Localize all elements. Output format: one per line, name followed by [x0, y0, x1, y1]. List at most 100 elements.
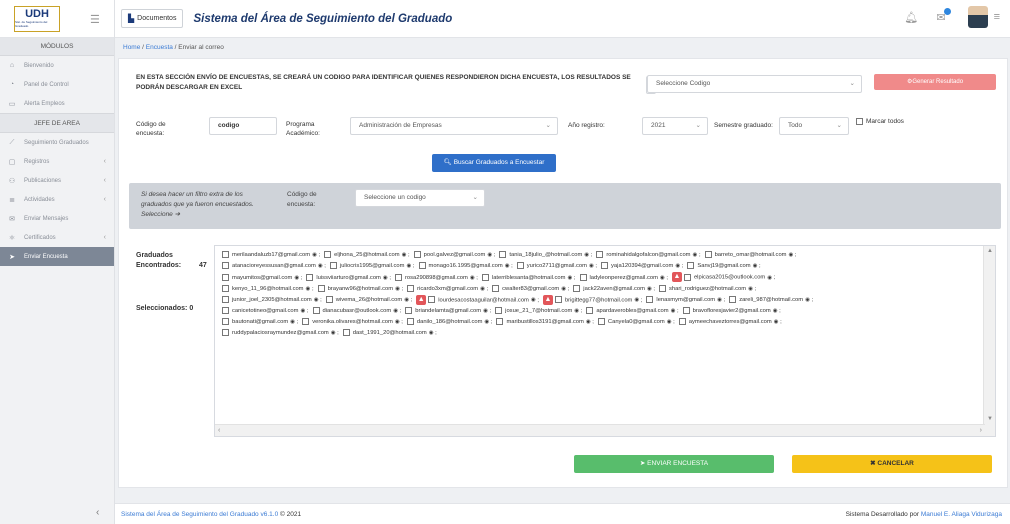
email-checkbox[interactable]	[342, 329, 350, 337]
email-item[interactable]: mayumitos@gmail.com ◉ ;	[222, 273, 302, 284]
codigo-encuesta-input[interactable]: codigo	[209, 117, 277, 135]
email-item[interactable]: cwalter83@gmail.com ◉ ;	[492, 284, 569, 295]
filter-codigo-select[interactable]: Seleccione un codigo ⌄	[355, 189, 485, 207]
email-checkbox[interactable]	[428, 296, 436, 304]
email-checkbox[interactable]	[406, 318, 414, 326]
email-checkbox[interactable]	[495, 307, 503, 315]
eye-icon[interactable]: ◉	[484, 319, 489, 325]
email-checkbox[interactable]	[222, 284, 229, 292]
sidebar-area-item-4[interactable]: ✉ Enviar Mensajes	[0, 209, 114, 228]
eye-icon[interactable]: ◉	[383, 275, 388, 281]
email-checkbox[interactable]	[682, 307, 690, 315]
email-item[interactable]: kenyo_11_96@hotmail.com ◉ ;	[222, 284, 314, 295]
programa-select[interactable]: Administración de Empresas ⌄	[350, 117, 558, 135]
email-checkbox[interactable]	[586, 307, 594, 315]
buscar-graduados-button[interactable]: 🔍︎ Buscar Graduados a Encuestar	[432, 154, 556, 172]
eye-icon[interactable]: ◉	[748, 286, 753, 292]
generar-resultado-button[interactable]: ⚙Generar Resultado	[874, 74, 996, 90]
user-avatar[interactable]	[967, 6, 988, 28]
eye-icon[interactable]: ◉	[393, 308, 398, 314]
email-checkbox[interactable]	[596, 250, 604, 258]
email-checkbox[interactable]	[222, 307, 229, 315]
footer-author-link[interactable]: Manuel E. Aliaga Vidurizaga	[921, 511, 1002, 518]
email-item[interactable]: rosa290898@gmail.com ◉ ;	[394, 273, 478, 284]
email-checkbox[interactable]	[222, 296, 229, 304]
email-checkbox[interactable]	[601, 261, 609, 269]
email-item[interactable]: ▲ brigittegg77@hotmail.com ◉ ;	[542, 294, 642, 307]
email-item[interactable]: bautonati@gmail.com ◉ ;	[222, 317, 298, 328]
options-menu-icon[interactable]: ≡	[994, 11, 1000, 23]
email-item[interactable]: zareli_987@hotmail.com ◉ ;	[729, 295, 813, 306]
scroll-up-icon[interactable]: ▲	[987, 248, 993, 254]
eye-icon[interactable]: ◉	[331, 330, 336, 336]
eye-icon[interactable]: ◉	[505, 263, 510, 269]
email-checkbox[interactable]	[222, 318, 229, 326]
eye-icon[interactable]: ◉	[586, 319, 591, 325]
eye-icon[interactable]: ◉	[531, 297, 536, 303]
eye-icon[interactable]: ◉	[753, 263, 758, 269]
email-checkbox[interactable]	[407, 284, 415, 292]
eye-icon[interactable]: ◉	[717, 297, 722, 303]
email-checkbox[interactable]	[516, 261, 524, 269]
eye-icon[interactable]: ◉	[574, 308, 579, 314]
eye-icon[interactable]: ◉	[300, 308, 305, 314]
email-checkbox[interactable]	[222, 261, 229, 269]
eye-icon[interactable]: ◉	[404, 297, 409, 303]
eye-icon[interactable]: ◉	[667, 319, 672, 325]
eye-icon[interactable]: ◉	[789, 252, 794, 258]
email-item[interactable]: dast_1991_20@hotmail.com ◉ ;	[342, 328, 437, 339]
email-checkbox[interactable]	[481, 273, 489, 281]
email-item[interactable]: barreto_omar@hotmail.com ◉ ;	[704, 250, 797, 261]
email-item[interactable]: luissviiarturo@gmail.com ◉ ;	[306, 273, 391, 284]
email-checkbox[interactable]	[317, 284, 325, 292]
sidebar-area-item-3[interactable]: ≣ Actividades ‹	[0, 190, 114, 209]
eye-icon[interactable]: ◉	[406, 263, 411, 269]
email-checkbox[interactable]	[329, 261, 337, 269]
collapse-sidebar-icon[interactable]: ‹	[96, 507, 99, 518]
sidebar-area-item-6[interactable]: ➤ Enviar Encuesta	[0, 247, 114, 266]
email-checkbox[interactable]	[222, 273, 229, 281]
eye-icon[interactable]: ◉	[395, 319, 400, 325]
eye-icon[interactable]: ◉	[584, 252, 589, 258]
eye-icon[interactable]: ◉	[660, 275, 665, 281]
email-checkbox[interactable]	[413, 250, 421, 258]
email-checkbox[interactable]	[492, 284, 500, 292]
email-checkbox[interactable]	[499, 250, 507, 258]
udh-logo[interactable]: UDH Sist. de Seguimiento del Graduado	[14, 5, 60, 32]
email-item[interactable]: veronika.olivares@hotmail.com ◉ ;	[302, 317, 403, 328]
email-item[interactable]: ladyleonperez@gmail.com ◉ ;	[579, 273, 668, 284]
scroll-down-icon[interactable]: ▼	[987, 416, 993, 422]
email-checkbox[interactable]	[306, 273, 314, 281]
codigo-select[interactable]: Seleccione Codigo ⌄	[647, 75, 862, 93]
email-item[interactable]: monago16.1995@gmail.com ◉ ;	[418, 261, 513, 272]
email-item[interactable]: juliocris1995@gmail.com ◉ ;	[329, 261, 415, 272]
documents-button[interactable]: ▙ Documentos	[121, 9, 184, 28]
email-item[interactable]: shari_rodriguez@hotmail.com ◉ ;	[658, 284, 756, 295]
eye-icon[interactable]: ◉	[470, 275, 475, 281]
eye-icon[interactable]: ◉	[767, 275, 772, 281]
email-item[interactable]: laterriblesanta@hotmail.com ◉ ;	[481, 273, 576, 284]
email-checkbox[interactable]	[687, 261, 695, 269]
email-checkbox[interactable]	[646, 296, 654, 304]
email-item[interactable]: jack22aven@gmail.com ◉ ;	[573, 284, 655, 295]
eye-icon[interactable]: ◉	[306, 286, 311, 292]
eye-icon[interactable]: ◉	[773, 308, 778, 314]
email-item[interactable]: yurico2711@gmail.com ◉ ;	[516, 261, 597, 272]
sidebar-item-1[interactable]: ◔ Panel de Control	[0, 75, 114, 94]
email-item[interactable]: Sanvj19@gmail.com ◉ ;	[687, 261, 761, 272]
email-checkbox[interactable]	[325, 296, 333, 304]
eye-icon[interactable]: ◉	[480, 286, 485, 292]
sidebar-area-item-2[interactable]: ⚇ Publicaciones ‹	[0, 171, 114, 190]
email-item[interactable]: briandelamta@gmail.com ◉ ;	[405, 306, 491, 317]
email-item[interactable]: junior_joel_2305@hotmail.com ◉ ;	[222, 295, 322, 306]
email-checkbox[interactable]	[302, 318, 310, 326]
eye-icon[interactable]: ◉	[561, 286, 566, 292]
email-checkbox[interactable]	[597, 318, 605, 326]
eye-icon[interactable]: ◉	[402, 252, 407, 258]
email-item[interactable]: merilaandaluzb17@gmail.com ◉ ;	[222, 250, 320, 261]
email-checkbox[interactable]	[394, 273, 402, 281]
email-checkbox[interactable]	[573, 284, 581, 292]
email-item[interactable]: danilo_186@hotmail.com ◉ ;	[406, 317, 492, 328]
email-item[interactable]: eljhona_25@hotmail.com ◉ ;	[324, 250, 410, 261]
email-checkbox[interactable]	[324, 250, 332, 258]
